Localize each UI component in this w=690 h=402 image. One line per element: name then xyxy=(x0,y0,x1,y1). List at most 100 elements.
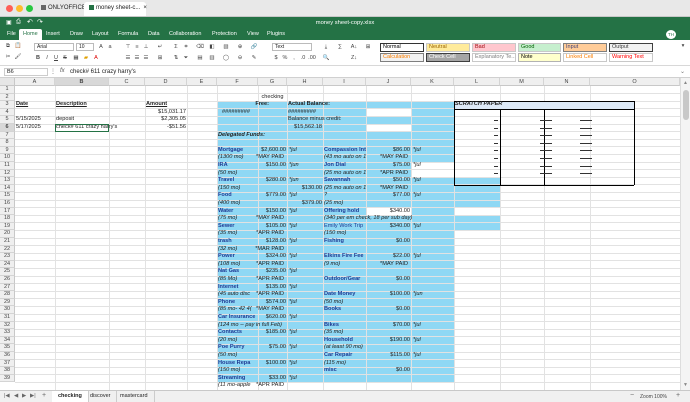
cell-g11[interactable]: $150.00 xyxy=(258,162,287,170)
spreadsheet-grid[interactable]: A B C D E F G H I J K L M N O 1 2 3 4 5 6 7 8 9 10 11 12 13 14 15 16 17… xyxy=(0,78,680,390)
cell-reference-box[interactable]: B6 xyxy=(4,68,48,76)
align-right-icon[interactable]: ☰ xyxy=(142,54,150,62)
cell-j17[interactable]: $340.00 xyxy=(366,208,411,216)
cell-d6[interactable]: -$51.56 xyxy=(145,124,187,132)
user-avatar[interactable]: TH xyxy=(666,30,676,39)
cell-j28b[interactable]: *jun xyxy=(412,291,424,299)
bold-icon[interactable]: B xyxy=(34,54,42,62)
italic-icon[interactable]: I xyxy=(43,54,51,62)
row-header-36[interactable]: 36 xyxy=(0,352,15,360)
next-sheet-icon[interactable]: ▶ xyxy=(22,393,26,399)
align-bottom-icon[interactable]: ⊥ xyxy=(142,43,150,51)
cell-f25[interactable]: Nat Gas xyxy=(217,268,240,276)
cell-i36[interactable]: Car Repair xyxy=(323,352,353,360)
cell-f3[interactable]: Free: xyxy=(217,101,270,109)
menu-collaboration[interactable]: Collaboration xyxy=(165,29,205,40)
cell-i26[interactable]: Outdoor/Gear xyxy=(323,276,361,284)
cell-f9[interactable]: Mortgage xyxy=(217,147,244,155)
cell-style-normal[interactable]: Normal xyxy=(380,43,424,52)
row-header-12[interactable]: 12 xyxy=(0,169,15,178)
cell-f19[interactable]: Sewer xyxy=(217,223,235,231)
cell-f28[interactable]: (45 auto disc xyxy=(217,291,251,299)
scroll-thumb[interactable] xyxy=(683,90,689,120)
column-header-b[interactable]: B xyxy=(55,78,109,86)
cell-f29[interactable]: Phone xyxy=(217,299,236,307)
copy-icon[interactable]: ⧉ xyxy=(4,42,12,50)
font-size-select[interactable]: 10 xyxy=(76,43,94,51)
row-header-2[interactable]: 2 xyxy=(0,93,15,102)
cell-j34[interactable]: $190.00 xyxy=(366,337,411,345)
cell-f26[interactable]: (85 Mo) xyxy=(217,276,238,284)
vertical-scrollbar[interactable]: ▲ ▼ xyxy=(680,78,690,390)
cell-j9[interactable]: $86.00 xyxy=(366,147,411,155)
font-name-select[interactable]: Arial xyxy=(34,43,74,51)
cell-i34[interactable]: Household xyxy=(323,337,354,345)
fill-color-icon[interactable]: ▰ xyxy=(82,54,90,62)
column-header-l[interactable]: L xyxy=(454,78,500,86)
row-header-18[interactable]: 18 xyxy=(0,215,15,223)
align-top-icon[interactable]: ⊤ xyxy=(124,43,132,51)
cell-i24[interactable]: (9 mo) xyxy=(323,261,341,269)
cell-g21[interactable]: $128.00 xyxy=(258,238,287,246)
cell-b3[interactable]: Description xyxy=(55,101,88,109)
column-header-h[interactable]: H xyxy=(287,78,323,86)
cell-g31[interactable]: $620.00 xyxy=(258,314,287,322)
cell-i19[interactable]: Emily Work Trip xyxy=(323,223,364,231)
cell-i23[interactable]: Elkins Fire Fee xyxy=(323,253,364,261)
cell-f27[interactable]: Internet xyxy=(217,284,240,292)
cell-i16[interactable]: (25 mo) xyxy=(323,200,344,208)
cell-j32[interactable]: $70.00 xyxy=(366,322,411,330)
cell-j24[interactable]: *MAY PAID xyxy=(362,261,409,269)
cell-f36[interactable]: (50 mo) xyxy=(217,352,238,360)
cell-g29[interactable]: $574.00 xyxy=(258,299,287,307)
selected-cell-b6[interactable] xyxy=(55,124,109,132)
column-header-a[interactable]: A xyxy=(15,78,55,86)
cell-g24[interactable]: *APR PAID xyxy=(254,261,285,269)
insert-function-fx-icon[interactable]: fx xyxy=(60,68,65,74)
cell-f16[interactable]: (400 mo) xyxy=(217,200,241,208)
row-header-10[interactable]: 10 xyxy=(0,154,15,162)
cell-g10[interactable]: *MAY PAID xyxy=(254,154,285,162)
cell-i35[interactable]: (at least 90 mo) xyxy=(323,344,364,352)
named-ranges-icon[interactable]: ⌗ xyxy=(182,43,190,51)
percent-icon[interactable]: % xyxy=(281,54,289,62)
scroll-down-icon[interactable]: ▼ xyxy=(683,382,688,388)
increase-font-icon[interactable]: A xyxy=(97,43,105,51)
cell-d5[interactable]: $2,305.05 xyxy=(145,116,187,124)
cell-f11[interactable]: IRA xyxy=(217,162,229,170)
cell-g23[interactable]: $324.00 xyxy=(258,253,287,261)
cell-i29[interactable]: (50 mo) xyxy=(323,299,344,307)
column-header-j[interactable]: J xyxy=(366,78,411,86)
cell-b5[interactable]: deposit xyxy=(55,116,75,124)
cell-g37b[interactable]: *jul xyxy=(288,360,298,368)
align-middle-icon[interactable]: ≡ xyxy=(133,43,141,51)
cell-j32b[interactable]: *jul xyxy=(412,322,422,330)
cell-g13[interactable]: $280.00 xyxy=(258,177,287,185)
cell-g30[interactable]: *MAY PAID xyxy=(254,306,285,314)
cell-d4[interactable]: $15,031.17 xyxy=(145,109,187,117)
cell-g2[interactable]: checking xyxy=(258,94,287,102)
row-header-28[interactable]: 28 xyxy=(0,291,15,299)
cell-g20[interactable]: *APR PAID xyxy=(254,230,285,238)
cell-l3[interactable]: SCRATCH PAPER xyxy=(454,101,503,109)
row-header-11[interactable]: 11 xyxy=(0,162,15,170)
strikethrough-icon[interactable]: S xyxy=(61,54,69,62)
insert-function-icon[interactable]: Σ xyxy=(172,43,180,51)
formula-input[interactable]: check# 611 crazy harry's xyxy=(70,68,680,76)
cell-style-explanatory-te[interactable]: Explanatory Te... xyxy=(472,53,516,62)
cell-f10[interactable]: (1300 mo) xyxy=(217,154,245,162)
cell-i17[interactable]: Offering hold xyxy=(323,208,360,216)
cell-j23[interactable]: $22.00 xyxy=(366,253,411,261)
cell-style-linked-cell[interactable]: Linked Cell xyxy=(563,53,607,62)
cell-f40[interactable]: (11 mo-apple xyxy=(217,382,252,390)
cell-style-neutral[interactable]: Neutral xyxy=(426,43,470,52)
column-header-g[interactable]: G xyxy=(258,78,287,86)
cell-j23b[interactable]: *jul xyxy=(412,253,422,261)
last-sheet-icon[interactable]: ▶| xyxy=(30,393,36,399)
cell-f35[interactable]: Poe Purry xyxy=(217,344,245,352)
cell-j19b[interactable]: *jul xyxy=(412,223,422,231)
format-painter-icon[interactable]: 🖌 xyxy=(14,53,22,61)
cell-f31[interactable]: Car Insurance xyxy=(217,314,256,322)
cell-i14[interactable]: (25 mo auto on 1 xyxy=(323,185,367,193)
cell-g27[interactable]: $135.00 xyxy=(258,284,287,292)
